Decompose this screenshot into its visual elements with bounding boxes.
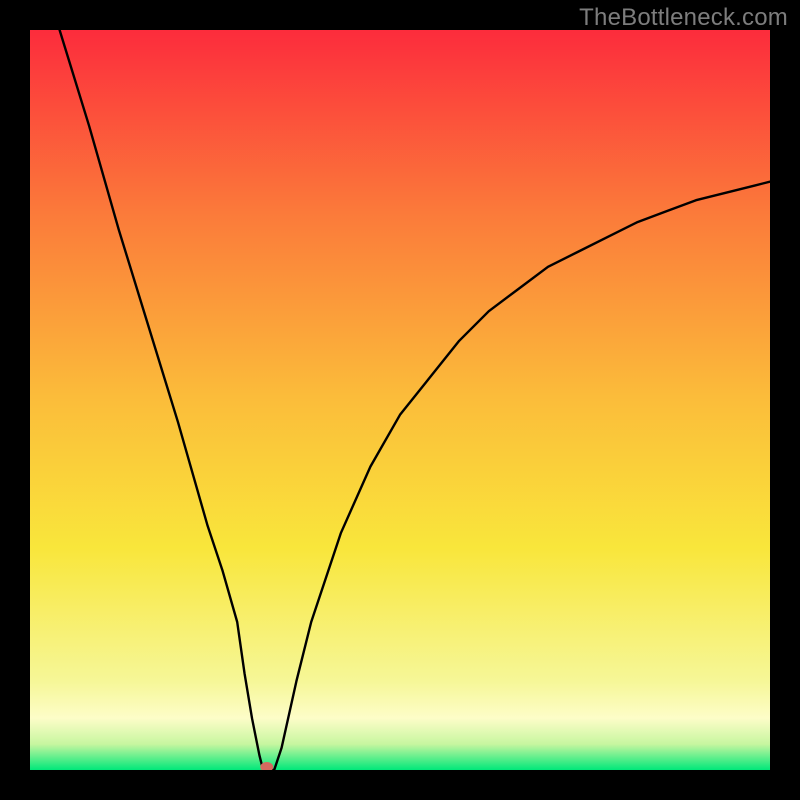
chart-frame: TheBottleneck.com xyxy=(0,0,800,800)
plot-area xyxy=(30,30,770,770)
gradient-bg xyxy=(30,30,770,770)
watermark-text: TheBottleneck.com xyxy=(579,4,788,32)
plot-svg xyxy=(30,30,770,770)
